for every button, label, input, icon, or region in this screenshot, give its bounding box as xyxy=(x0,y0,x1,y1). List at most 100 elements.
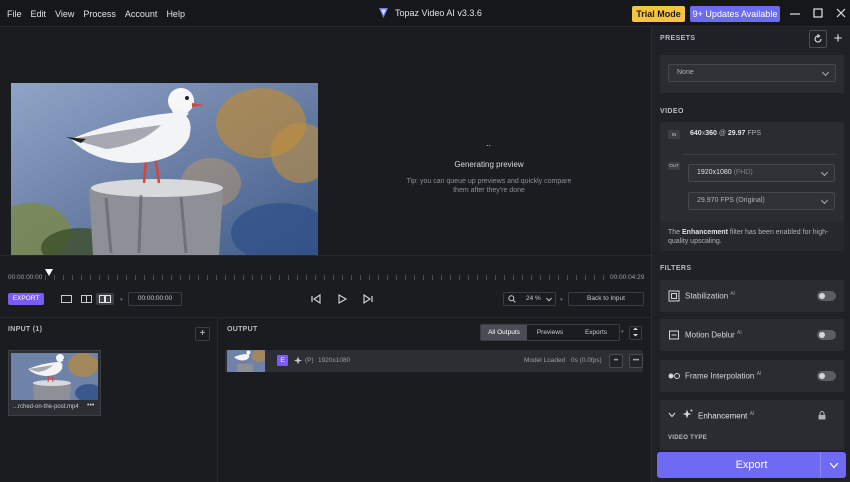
output-model: (P) xyxy=(305,357,314,364)
menu-help[interactable]: Help xyxy=(166,9,185,19)
filter-name: Frame Interpolation xyxy=(685,371,755,381)
app-title-text: Topaz Video AI v3.3.6 xyxy=(395,8,482,18)
single-view-icon[interactable] xyxy=(57,293,75,305)
output-tabs: All Outputs Previews Exports xyxy=(480,324,620,341)
input-more-button[interactable]: ••• xyxy=(87,402,94,409)
video-box: IN 640x360 @ 29.97 FPS OUT 1920x1080 (FH… xyxy=(660,122,844,251)
playhead-handle[interactable] xyxy=(45,269,53,276)
back-to-input-button[interactable]: Back to Input xyxy=(568,292,644,306)
loading-indicator: .. xyxy=(486,138,492,148)
filter-motion-deblur[interactable]: Motion Deblur AI xyxy=(660,319,844,351)
input-file-card[interactable]: ...rched-on-the-post.mp4 ••• xyxy=(8,350,101,416)
motion-deblur-icon xyxy=(669,330,679,340)
output-panel: OUTPUT All Outputs Previews Exports • E … xyxy=(219,317,651,482)
enhancement-note: The Enhancement filter has been enabled … xyxy=(660,222,844,251)
output-fps-value: 29.970 FPS (Original) xyxy=(697,197,765,204)
chevron-down-icon[interactable] xyxy=(829,462,839,469)
minimize-icon[interactable] xyxy=(790,7,800,22)
side-by-side-view-icon[interactable] xyxy=(96,293,114,305)
updates-button[interactable]: 9+ Updates Available xyxy=(690,6,780,22)
play-icon[interactable] xyxy=(336,293,348,305)
tab-previews[interactable]: Previews xyxy=(527,325,573,340)
title-bar: File Edit View Process Account Help Topa… xyxy=(0,0,850,27)
video-title: VIDEO xyxy=(660,108,684,115)
separator-dot: • xyxy=(621,327,624,336)
zoom-value: 24 % xyxy=(526,295,541,302)
divider xyxy=(820,452,821,478)
input-width: 640 xyxy=(690,130,702,137)
stop-button[interactable]: •• xyxy=(609,354,623,368)
sort-button[interactable] xyxy=(629,326,642,340)
output-resolution: 1920x1080 xyxy=(318,357,351,364)
menu-edit[interactable]: Edit xyxy=(31,9,47,19)
previous-frame-icon[interactable] xyxy=(310,293,322,305)
export-small-button[interactable]: EXPORT xyxy=(8,293,44,305)
output-more-button[interactable]: ••• xyxy=(629,354,643,368)
output-progress: 0s (0.0fps) xyxy=(571,357,602,364)
divider xyxy=(682,154,837,155)
trial-mode-button[interactable]: Trial Mode xyxy=(632,6,685,22)
sparkle-icon xyxy=(682,409,693,419)
ai-badge: AI xyxy=(756,371,762,377)
maximize-icon[interactable] xyxy=(813,7,823,22)
topaz-logo-icon xyxy=(379,8,388,18)
export-button[interactable]: Export xyxy=(657,452,846,478)
note-pre: The xyxy=(668,229,683,236)
timeline-end-time: 00:00:04:29 xyxy=(610,274,645,281)
tab-exports[interactable]: Exports xyxy=(573,325,619,340)
menu-view[interactable]: View xyxy=(55,9,74,19)
input-file-name: ...rched-on-the-post.mp4 xyxy=(13,404,79,410)
input-fps-unit: FPS xyxy=(747,130,761,137)
menu-account[interactable]: Account xyxy=(125,9,158,19)
output-resolution-value: 1920x1080 xyxy=(697,169,732,176)
close-icon[interactable] xyxy=(836,7,846,22)
filter-label: Motion Deblur AI xyxy=(685,330,742,340)
menu-process[interactable]: Process xyxy=(83,9,116,19)
output-thumbnail xyxy=(227,350,265,372)
tab-all-outputs[interactable]: All Outputs xyxy=(481,325,527,340)
reset-preset-button[interactable] xyxy=(809,30,827,48)
input-panel-title: INPUT (1) xyxy=(8,326,43,333)
preset-select[interactable]: None xyxy=(668,64,836,82)
input-at: @ xyxy=(718,130,726,137)
output-panel-title: OUTPUT xyxy=(227,326,258,333)
presets-title: PRESETS xyxy=(660,35,696,42)
preview-status: Generating preview xyxy=(454,160,524,169)
frame-interpolation-toggle[interactable] xyxy=(817,371,836,381)
separator-dot: • xyxy=(560,295,563,304)
add-input-button[interactable]: + xyxy=(195,327,210,341)
menu-file[interactable]: File xyxy=(7,9,22,19)
chevron-down-icon xyxy=(668,412,676,418)
sparkle-icon xyxy=(294,356,302,365)
split-view-icon[interactable] xyxy=(77,293,95,305)
enhancement-title: Enhancement AI xyxy=(698,411,754,421)
next-frame-icon[interactable] xyxy=(362,293,374,305)
filter-enhancement[interactable]: Enhancement AI VIDEO TYPE xyxy=(660,400,844,450)
filter-name: Motion Deblur xyxy=(685,330,735,340)
stabilization-toggle[interactable] xyxy=(817,291,836,301)
output-resolution-note: (FHD) xyxy=(733,169,753,176)
zoom-select[interactable]: 24 % xyxy=(503,292,556,306)
separator-dot: • xyxy=(120,295,123,304)
frame-interpolation-icon xyxy=(668,373,680,379)
filter-frame-interpolation[interactable]: Frame Interpolation AI xyxy=(660,360,844,392)
filters-title: FILTERS xyxy=(660,265,692,272)
timeline-start-time: 00:00:00:00 xyxy=(8,274,43,281)
out-tag: OUT xyxy=(668,162,680,170)
menu-bar: File Edit View Process Account Help xyxy=(0,0,187,27)
refresh-icon xyxy=(814,34,822,43)
chevron-down-icon xyxy=(546,297,552,302)
output-status: Model Loaded xyxy=(524,357,566,364)
zoom-icon xyxy=(508,295,516,303)
add-preset-button[interactable]: + xyxy=(830,30,846,48)
output-fps-select[interactable]: 29.970 FPS (Original) xyxy=(688,192,835,210)
timeline-track[interactable] xyxy=(45,275,607,280)
motion-deblur-toggle[interactable] xyxy=(817,330,836,340)
ai-badge: AI xyxy=(749,411,755,417)
lock-icon xyxy=(818,411,826,420)
presets-box: None xyxy=(660,55,844,93)
filter-stabilization[interactable]: Stabilization AI xyxy=(660,280,844,312)
output-resolution-select[interactable]: 1920x1080 (FHD) xyxy=(688,164,835,182)
current-time-field[interactable]: 00:00:00:00 xyxy=(128,292,182,306)
output-row[interactable]: E (P) 1920x1080 Model Loaded 0s (0.0fps)… xyxy=(225,350,643,372)
